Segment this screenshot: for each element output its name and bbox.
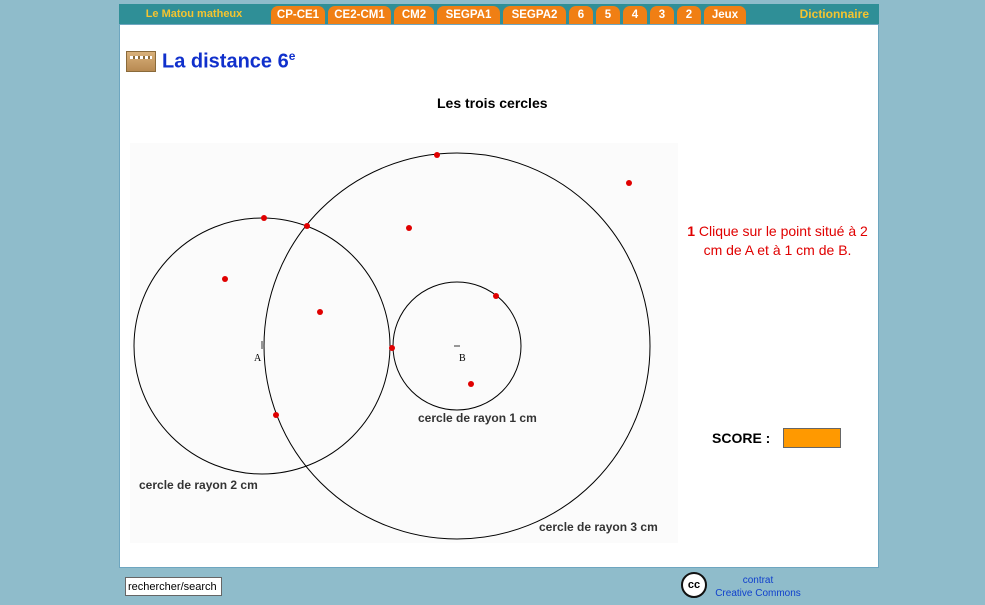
tab-5[interactable]: 5 — [596, 6, 620, 24]
tab-jeux[interactable]: Jeux — [704, 6, 746, 24]
tab-segpa2[interactable]: SEGPA2 — [503, 6, 566, 24]
tab-cm2[interactable]: CM2 — [394, 6, 434, 24]
answer-point[interactable] — [273, 412, 279, 418]
point-b-label: B — [459, 353, 466, 364]
dictionary-link[interactable]: Dictionnaire — [800, 4, 869, 24]
score-field — [783, 428, 841, 448]
tab-ce2-cm1[interactable]: CE2-CM1 — [328, 6, 391, 24]
point-a-label: A — [254, 353, 262, 364]
answer-point[interactable] — [222, 276, 228, 282]
answer-point[interactable] — [493, 293, 499, 299]
creative-commons-link[interactable]: contrat Creative Commons — [712, 574, 804, 600]
answer-point[interactable] — [626, 180, 632, 186]
site-brand[interactable]: Le Matou matheux — [119, 4, 269, 24]
tab-3[interactable]: 3 — [650, 6, 674, 24]
circles-figure: A B cercle de rayon 1 cm cercle de rayon… — [130, 143, 678, 543]
answer-point[interactable] — [468, 381, 474, 387]
ruler-logo-icon — [126, 51, 156, 72]
answer-point[interactable] — [389, 345, 395, 351]
answer-point[interactable] — [317, 309, 323, 315]
circle-a-label: cercle de rayon 2 cm — [139, 478, 258, 492]
circle-b-label: cercle de rayon 1 cm — [418, 411, 537, 425]
answer-point[interactable] — [434, 152, 440, 158]
instruction-text: 1 Clique sur le point situé à 2 cm de A … — [687, 223, 868, 258]
answer-point[interactable] — [406, 225, 412, 231]
score-label: SCORE : — [712, 430, 771, 446]
page-title: La distance 6e — [162, 49, 296, 73]
tab-6[interactable]: 6 — [569, 6, 593, 24]
tab-2[interactable]: 2 — [677, 6, 701, 24]
circle-c-label: cercle de rayon 3 cm — [539, 520, 658, 534]
search-input[interactable] — [125, 577, 222, 596]
creative-commons-icon[interactable]: cc — [681, 572, 707, 598]
top-navigation: Le Matou matheux CP-CE1 CE2-CM1 CM2 SEGP… — [119, 4, 879, 24]
tab-segpa1[interactable]: SEGPA1 — [437, 6, 500, 24]
answer-point[interactable] — [261, 215, 267, 221]
tab-cp-ce1[interactable]: CP-CE1 — [271, 6, 325, 24]
answer-point[interactable] — [304, 223, 310, 229]
main-panel: La distance 6e Les trois cercles A B cer… — [119, 24, 879, 568]
tab-4[interactable]: 4 — [623, 6, 647, 24]
exercise-title: Les trois cercles — [437, 95, 548, 111]
